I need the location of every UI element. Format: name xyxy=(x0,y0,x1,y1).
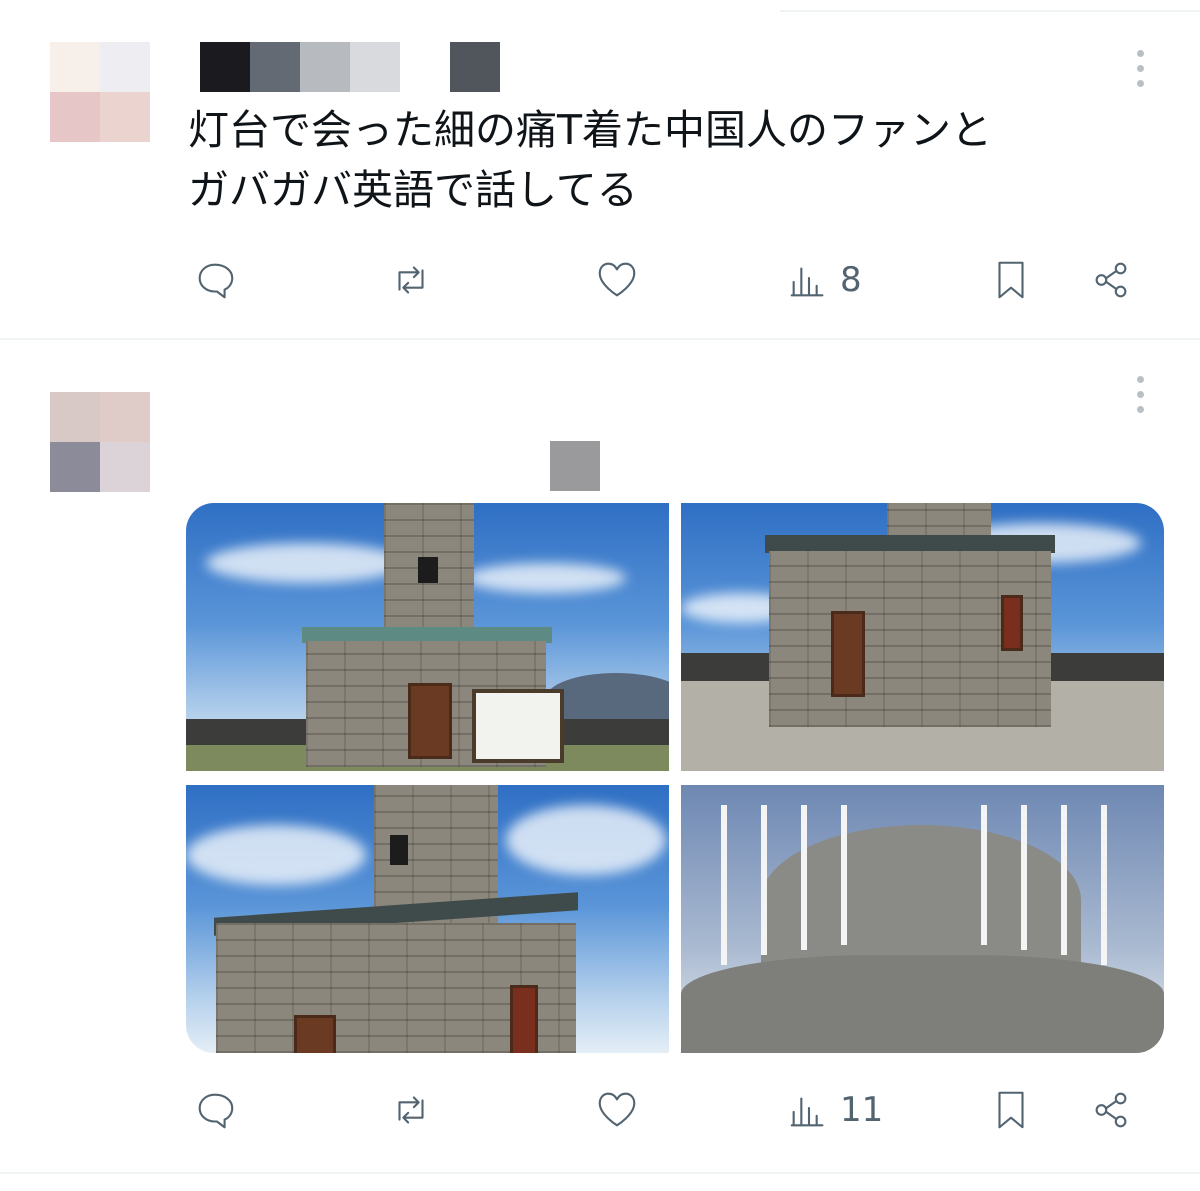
tweet-actions: 8 xyxy=(188,250,1148,310)
reply-button[interactable] xyxy=(192,1080,238,1140)
retweet-icon xyxy=(398,1096,424,1124)
like-icon xyxy=(598,1092,636,1127)
views-icon xyxy=(790,267,824,297)
bookmark-button[interactable] xyxy=(988,1080,1034,1140)
photo-grid xyxy=(186,503,1164,1053)
photo-lighthouse-base[interactable] xyxy=(681,503,1164,771)
photo-lighthouse-gallery[interactable] xyxy=(681,785,1164,1053)
views-button[interactable]: 11 xyxy=(786,1080,883,1140)
share-icon xyxy=(1095,1092,1127,1128)
tweet-text: 灯台で会った細の痛T着た中国人のファンと ガバガバ英語で話してる xyxy=(188,106,993,214)
avatar[interactable] xyxy=(50,42,150,142)
reply-button[interactable] xyxy=(192,250,238,310)
retweet-icon xyxy=(398,266,424,294)
bookmark-icon xyxy=(998,261,1024,299)
tweet-2[interactable]: 11 xyxy=(0,340,1200,1175)
tweet-1[interactable]: 灯台で会った細の痛T着た中国人のファンと ガバガバ英語で話してる 8 xyxy=(0,0,1200,340)
reply-icon xyxy=(198,263,234,299)
more-options-button[interactable] xyxy=(1124,48,1156,88)
author-name-redacted[interactable] xyxy=(200,42,500,92)
share-button[interactable] xyxy=(1088,1080,1134,1140)
views-icon xyxy=(790,1097,824,1127)
photo-lighthouse-tower[interactable] xyxy=(186,785,669,1053)
views-count: 11 xyxy=(840,1090,884,1130)
views-button[interactable]: 8 xyxy=(786,250,862,310)
tweet-divider xyxy=(0,1172,1200,1174)
retweet-button[interactable] xyxy=(388,1080,434,1140)
more-icon xyxy=(1136,49,1144,57)
like-button[interactable] xyxy=(594,1080,640,1140)
views-count: 8 xyxy=(840,260,862,300)
avatar[interactable] xyxy=(50,392,150,492)
more-options-button[interactable] xyxy=(1124,374,1156,414)
more-icon xyxy=(1136,375,1144,383)
author-name-redacted[interactable] xyxy=(550,441,600,491)
like-icon xyxy=(598,262,636,297)
tweet-actions: 11 xyxy=(188,1080,1148,1140)
bookmark-button[interactable] xyxy=(988,250,1034,310)
bookmark-icon xyxy=(998,1091,1024,1129)
reply-icon xyxy=(198,1093,234,1129)
share-icon xyxy=(1095,262,1127,298)
like-button[interactable] xyxy=(594,250,640,310)
share-button[interactable] xyxy=(1088,250,1134,310)
photo-lighthouse-front[interactable] xyxy=(186,503,669,771)
retweet-button[interactable] xyxy=(388,250,434,310)
